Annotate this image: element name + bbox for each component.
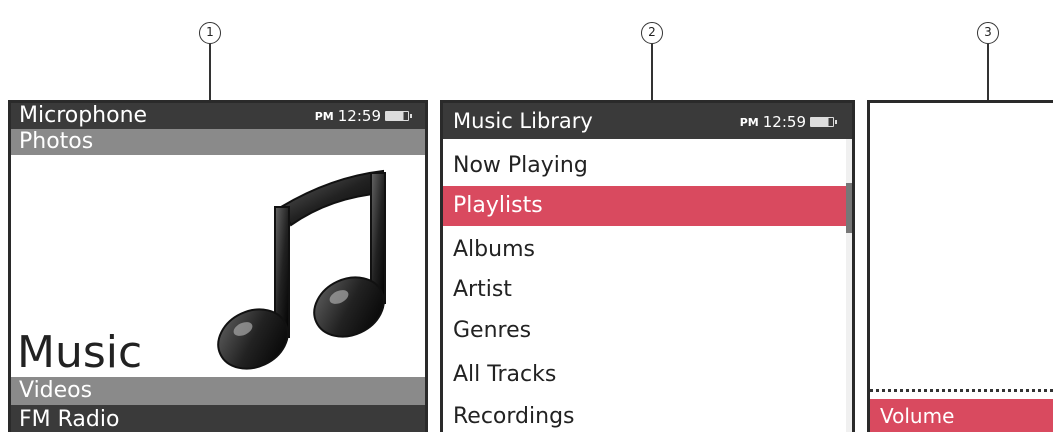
battery-icon (810, 117, 837, 127)
menu-item-recordings[interactable]: Recordings (443, 397, 847, 432)
page-title: Music Library (453, 109, 593, 133)
clock: 12:59 (762, 113, 806, 131)
menu-item-playlists[interactable]: Playlists (443, 186, 847, 226)
menu-item-videos[interactable]: Videos (19, 378, 92, 404)
screen-volume: Volume (867, 100, 1053, 432)
dotted-divider (870, 389, 1053, 392)
menu-item-videos-bar[interactable]: Videos (11, 377, 425, 405)
pm-indicator: PM (314, 109, 334, 123)
clock: 12:59 (337, 107, 381, 125)
pm-indicator: PM (739, 115, 759, 129)
callout-1: 1 (199, 22, 221, 44)
callout-3: 3 (977, 22, 999, 44)
menu-item-artist[interactable]: Artist (443, 270, 847, 310)
menu-item-all-tracks[interactable]: All Tracks (443, 355, 847, 395)
music-note-icon (217, 169, 386, 370)
top-bar: Microphone PM 12:59 (11, 103, 425, 129)
menu-item-genres[interactable]: Genres (443, 311, 847, 351)
header-bar: Music Library PM 12:59 (443, 103, 852, 139)
menu-item-photos-bar[interactable]: Photos (11, 129, 425, 155)
menu-item-now-playing[interactable]: Now Playing (443, 146, 847, 186)
status-area: PM 12:59 (739, 113, 837, 131)
callout-2: 2 (641, 22, 663, 44)
volume-bar[interactable]: Volume (870, 399, 1053, 432)
scrollbar-thumb[interactable] (846, 183, 852, 233)
status-area: PM 12:59 (314, 107, 412, 125)
menu-item-albums[interactable]: Albums (443, 230, 847, 270)
volume-label: Volume (880, 404, 955, 428)
menu-item-fm-radio[interactable]: FM Radio (19, 407, 119, 432)
menu-item-photos[interactable]: Photos (19, 129, 93, 155)
screen-music-library: Music Library PM 12:59 Now Playing Playl… (440, 100, 855, 432)
battery-icon (385, 111, 412, 121)
menu-item-music[interactable]: Music (17, 327, 142, 378)
menu-item-fm-radio-bar[interactable]: FM Radio (11, 405, 425, 432)
screen-main-menu: Microphone PM 12:59 Photos Music Videos … (8, 100, 428, 432)
menu-item-microphone[interactable]: Microphone (19, 103, 147, 129)
